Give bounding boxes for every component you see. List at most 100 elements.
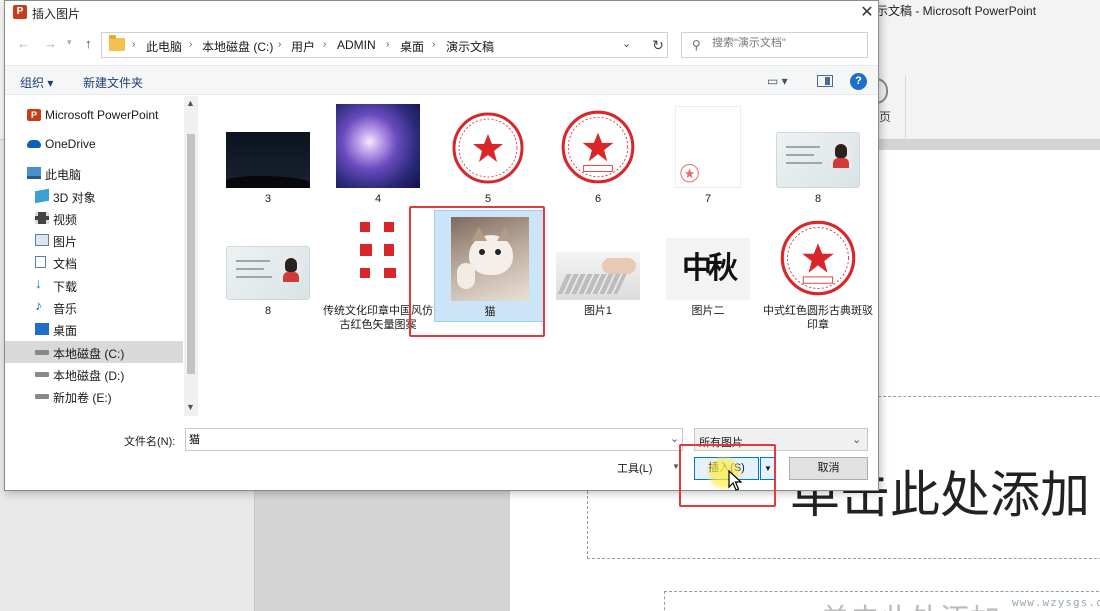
nav-item[interactable]: 本地磁盘 (D:) [5, 363, 183, 385]
search-input[interactable] [712, 37, 862, 49]
nav-item-label: 本地磁盘 (C:) [53, 347, 125, 361]
file-thumbnail: 中秋 [666, 238, 750, 300]
up-arrow-icon[interactable]: ↑ [85, 36, 92, 51]
mouse-pointer-icon [728, 470, 743, 491]
nav-item-label: 图片 [53, 235, 78, 249]
nav-item-label: 新加卷 (E:) [53, 391, 112, 405]
powerpoint-app-icon: P [13, 5, 27, 19]
chevron-right-icon[interactable]: › [323, 39, 326, 50]
nav-item-label: 下载 [53, 280, 78, 294]
nav-item[interactable]: 视频 [5, 207, 183, 229]
powerpoint-icon: P [27, 109, 41, 121]
file-item[interactable]: 图片1 [543, 208, 653, 348]
tools-button[interactable]: 工具(L) [617, 460, 652, 476]
file-item[interactable]: 8 [763, 96, 873, 208]
nav-item-label: OneDrive [45, 137, 96, 151]
refresh-icon[interactable]: ↻ [645, 32, 671, 58]
filename-input[interactable] [189, 433, 659, 445]
breadcrumb-local-disk-c[interactable]: 本地磁盘 (C:) [202, 38, 273, 55]
file-item[interactable]: 中式红色圆形古典斑驳印章 [763, 208, 873, 348]
nav-item[interactable]: 图片 [5, 229, 183, 251]
file-name: 8 [264, 305, 272, 317]
chevron-down-icon[interactable]: ⌄ [670, 432, 679, 445]
document-icon [35, 256, 46, 268]
nav-item[interactable]: P Microsoft PowerPoint [5, 104, 183, 126]
change-view-icon[interactable]: ▭ ▾ [767, 74, 788, 88]
file-item[interactable]: 4 [323, 96, 433, 208]
file-item[interactable]: 6 [543, 96, 653, 208]
file-thumbnail [556, 252, 640, 300]
nav-item-label: Microsoft PowerPoint [45, 108, 159, 122]
file-item[interactable]: 8 [213, 208, 323, 348]
nav-item-label: 此电脑 [45, 168, 82, 182]
ribbon-partial-label: 页 [879, 110, 892, 124]
search-box[interactable]: ⚲ [681, 32, 868, 58]
file-item[interactable]: 中秋 图片二 [653, 208, 763, 348]
back-arrow-icon[interactable]: ← [17, 36, 30, 51]
file-name: 图片二 [691, 305, 725, 317]
new-folder-button[interactable]: 新建文件夹 [83, 74, 143, 91]
address-bar[interactable]: › 此电脑 › 本地磁盘 (C:) › 用户 › ADMIN › 桌面 › 演示… [101, 32, 668, 58]
scroll-thumb[interactable] [187, 134, 195, 374]
nav-item-label: 文档 [53, 257, 78, 271]
cancel-button[interactable]: 取消 [789, 457, 868, 480]
nav-item[interactable]: 文档 [5, 251, 183, 273]
file-item[interactable]: 3 [213, 96, 323, 208]
file-item[interactable]: 5 [433, 96, 543, 208]
file-thumbnail [336, 104, 420, 188]
breadcrumb-desktop[interactable]: 桌面 [400, 38, 424, 55]
music-icon: ♪ [35, 297, 42, 313]
file-name: 8 [814, 193, 822, 205]
breadcrumb-presentation[interactable]: 演示文稿 [446, 38, 494, 55]
chevron-down-icon[interactable]: ⌄ [622, 37, 631, 50]
dialog-titlebar: P 插入图片 ✕ [5, 1, 878, 25]
scroll-down-icon[interactable]: ▼ [186, 402, 195, 412]
forward-arrow-icon[interactable]: → [44, 36, 57, 51]
nav-item[interactable]: 3D 对象 [5, 185, 183, 207]
close-icon[interactable]: ✕ [855, 2, 879, 24]
breadcrumb-users[interactable]: 用户 [291, 38, 315, 55]
nav-item[interactable]: 此电脑 [5, 162, 183, 184]
chevron-right-icon[interactable]: › [189, 39, 192, 50]
dialog-title: 插入图片 [32, 7, 81, 21]
nav-item[interactable]: ♪ 音乐 [5, 296, 183, 318]
search-icon: ⚲ [692, 38, 701, 52]
nav-item-label: 视频 [53, 213, 78, 227]
file-thumbnail [352, 214, 404, 300]
file-name: 3 [264, 193, 272, 205]
nav-item-label: 桌面 [53, 324, 78, 338]
chevron-down-icon[interactable]: ⌄ [852, 433, 861, 446]
filename-label: 文件名(N): [124, 436, 176, 448]
scroll-up-icon[interactable]: ▲ [186, 98, 195, 108]
filename-combobox[interactable]: ⌄ [185, 428, 683, 451]
navigation-scrollbar[interactable]: ▲ ▼ [184, 96, 198, 416]
nav-item-label: 本地磁盘 (D:) [53, 369, 125, 383]
breadcrumb-this-pc[interactable]: 此电脑 [146, 38, 182, 55]
nav-item[interactable]: 桌面 [5, 318, 183, 340]
chevron-right-icon[interactable]: › [386, 39, 389, 50]
chevron-right-icon[interactable]: › [132, 39, 135, 50]
chevron-right-icon[interactable]: › [432, 39, 435, 50]
nav-item[interactable]: 本地磁盘 (C:) [5, 341, 183, 363]
nav-item[interactable]: ↓ 下载 [5, 274, 183, 296]
video-icon [35, 212, 49, 224]
breadcrumb-admin[interactable]: ADMIN [337, 38, 376, 52]
picture-icon [35, 234, 49, 246]
organize-button[interactable]: 组织 ▾ [20, 74, 53, 91]
file-thumbnail [226, 246, 310, 300]
slide-subtitle-text: 单击此处添加 [820, 595, 1000, 611]
drive-icon [35, 350, 49, 355]
cube-icon [35, 188, 49, 204]
chevron-right-icon[interactable]: › [278, 39, 281, 50]
drive-icon [35, 394, 49, 399]
file-thumbnail [675, 106, 741, 188]
recent-locations-chevron-icon[interactable]: ▾ [67, 37, 72, 48]
file-item[interactable]: 7 [653, 96, 763, 208]
file-name: 4 [374, 193, 382, 205]
nav-item[interactable]: 新加卷 (E:) [5, 385, 183, 407]
preview-pane-icon[interactable] [817, 75, 833, 87]
cloud-icon [27, 140, 41, 148]
help-icon[interactable]: ? [850, 73, 867, 90]
nav-item[interactable]: OneDrive [5, 133, 183, 155]
file-name: 图片1 [583, 305, 613, 317]
